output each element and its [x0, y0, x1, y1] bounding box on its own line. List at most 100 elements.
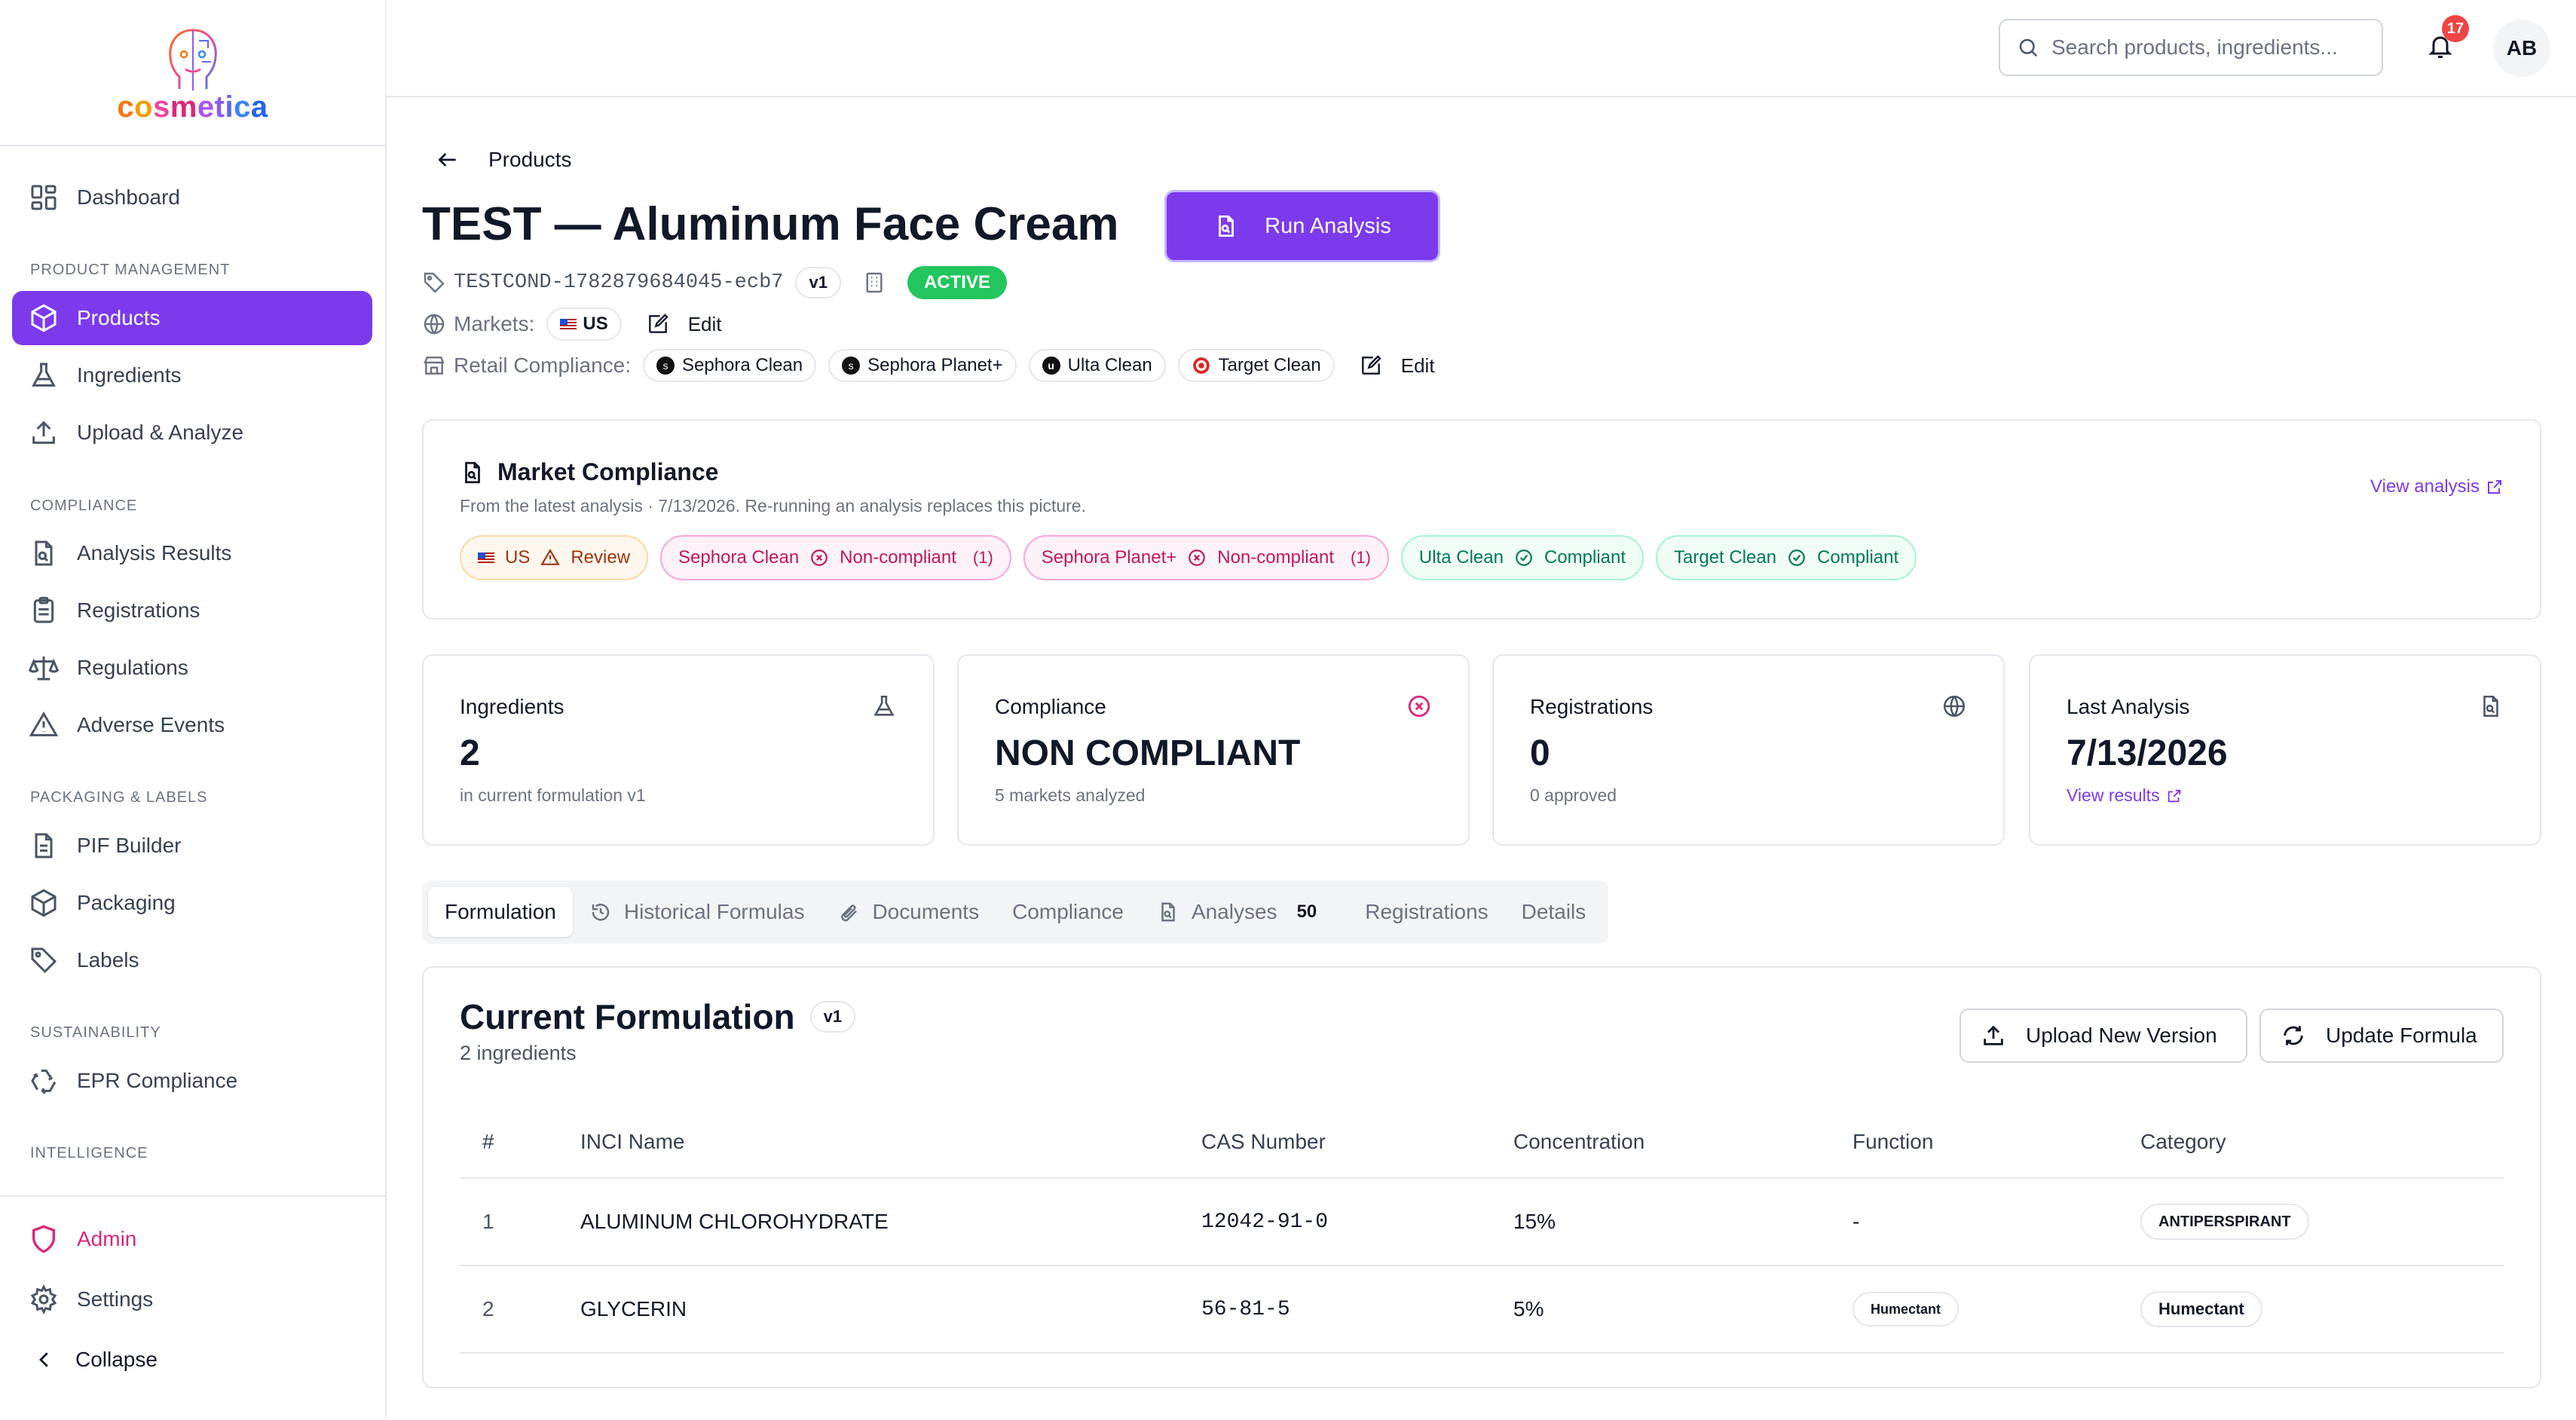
tab-registrations[interactable]: Registrations	[1348, 887, 1504, 937]
sidebar-item-registrations[interactable]: Registrations	[12, 583, 372, 638]
status-market-name: US	[505, 547, 531, 568]
gear-icon	[30, 1284, 57, 1314]
status-pill-sephora-planet[interactable]: Sephora Planet+ Non-compliant (1)	[1023, 535, 1389, 580]
tab-compliance[interactable]: Compliance	[996, 887, 1140, 937]
upload-new-version-button[interactable]: Upload New Version	[1960, 1008, 2247, 1063]
column-header[interactable]: Function	[1852, 1106, 2140, 1179]
stat-label: Compliance	[995, 695, 1106, 718]
column-header: #	[460, 1106, 580, 1179]
status-label: Compliant	[1543, 547, 1626, 568]
tab-formulation[interactable]: Formulation	[428, 887, 573, 937]
upload-icon	[32, 421, 55, 444]
status-pill-target-clean[interactable]: Target Clean Compliant	[1656, 535, 1917, 580]
sephora-logo-icon: s	[656, 357, 675, 375]
breadcrumb-products-link[interactable]: Products	[488, 148, 572, 172]
chevron-left-icon	[39, 1352, 48, 1367]
update-formula-button[interactable]: Update Formula	[2259, 1008, 2504, 1063]
status-pill-us[interactable]: US Review	[460, 535, 649, 580]
tab-label: Details	[1521, 900, 1586, 923]
formulation-header: Current Formulation v1	[460, 996, 867, 1037]
view-results-link[interactable]: View results	[2067, 785, 2183, 806]
section-intelligence: INTELLIGENCE	[30, 1145, 148, 1161]
concentration: 5%	[1513, 1265, 1852, 1354]
back-arrow-icon[interactable]	[436, 148, 460, 172]
building-icon	[866, 272, 883, 293]
markets-row: Markets: US Edit	[422, 305, 722, 343]
tab-documents[interactable]: Documents	[821, 887, 996, 937]
inci-name: GLYCERIN	[580, 1265, 1201, 1354]
tab-label: Compliance	[1012, 900, 1124, 923]
breadcrumb: Products	[436, 143, 572, 176]
cas-number: 12042-91-0	[1201, 1178, 1513, 1266]
table-row[interactable]: 1 ALUMINUM CHLOROHYDRATE 12042-91-0 15% …	[460, 1178, 2504, 1266]
run-analysis-label: Run Analysis	[1265, 213, 1391, 238]
function: -	[1852, 1178, 2140, 1266]
view-results-label: View results	[2067, 785, 2160, 805]
market-compliance-header: Market Compliance	[460, 458, 718, 486]
column-header[interactable]: CAS Number	[1201, 1106, 1513, 1179]
brand-logo[interactable]: cosmetica	[0, 0, 385, 146]
scale-icon	[29, 656, 59, 681]
sidebar-item-analysis-results[interactable]: Analysis Results	[12, 526, 372, 580]
retailer-chip-sephora-clean: s Sephora Clean	[643, 349, 817, 382]
document-icon	[35, 833, 53, 858]
sidebar-item-packaging[interactable]: Packaging	[12, 876, 372, 930]
sidebar-item-dashboard[interactable]: Dashboard	[12, 170, 372, 225]
global-search[interactable]	[1999, 19, 2383, 76]
sidebar-item-label: Dashboard	[77, 185, 180, 209]
sidebar-item-label: Labels	[77, 948, 139, 972]
view-analysis-label: View analysis	[2370, 476, 2480, 497]
edit-icon	[1361, 355, 1381, 375]
stat-label: Last Analysis	[2067, 695, 2190, 718]
table-row[interactable]: 2 GLYCERIN 56-81-5 5% Humectant Humectan…	[460, 1265, 2504, 1354]
collapse-sidebar-button[interactable]: Collapse	[12, 1333, 372, 1387]
sidebar-item-pif-builder[interactable]: PIF Builder	[12, 819, 372, 873]
tab-label: Analyses	[1191, 900, 1277, 923]
status-pill-ulta-clean[interactable]: Ulta Clean Compliant	[1400, 535, 1644, 580]
package-icon	[31, 889, 57, 917]
status-pill-sephora-clean[interactable]: Sephora Clean Non-compliant (1)	[660, 535, 1011, 580]
tab-label: Formulation	[445, 900, 556, 923]
sidebar-item-adverse-events[interactable]: Adverse Events	[12, 698, 372, 752]
sidebar-item-label: Admin	[77, 1227, 137, 1250]
column-header[interactable]: Concentration	[1513, 1106, 1852, 1179]
stat-value: 0	[1530, 733, 1550, 773]
sidebar-item-label: Ingredients	[77, 363, 182, 387]
formulation-version-badge: v1	[809, 1001, 856, 1033]
stat-card-ingredients: Ingredients 2 in current formulation v1	[422, 654, 935, 846]
status-market-name: Sephora Clean	[678, 547, 800, 568]
sidebar-item-epr[interactable]: EPR Compliance	[12, 1054, 372, 1108]
sidebar-item-settings[interactable]: Settings	[12, 1272, 372, 1327]
view-analysis-link[interactable]: View analysis	[2370, 476, 2504, 497]
status-label: Review	[571, 547, 631, 568]
tab-historical-formulas[interactable]: Historical Formulas	[573, 887, 821, 937]
retailer-chip-target-clean: Target Clean	[1177, 349, 1335, 382]
retailer-name: Ulta Clean	[1067, 355, 1152, 375]
run-analysis-button[interactable]: Run Analysis	[1167, 192, 1438, 260]
edit-retail-button[interactable]: Edit	[1359, 353, 1435, 378]
stat-subtext: 5 markets analyzed	[995, 785, 1146, 805]
column-header[interactable]: INCI Name	[580, 1106, 1201, 1179]
sidebar-item-regulations[interactable]: Regulations	[12, 641, 372, 695]
tab-details[interactable]: Details	[1505, 887, 1603, 937]
sidebar-item-products[interactable]: Products	[12, 291, 372, 345]
user-avatar[interactable]: AB	[2493, 20, 2550, 77]
product-meta-row: TESTCOND-1782879684045-ecb7 v1 ACTIVE	[422, 264, 1007, 301]
edit-markets-button[interactable]: Edit	[646, 312, 722, 336]
check-circle-icon	[1788, 549, 1805, 566]
product-tabs: Formulation Historical Formulas Document…	[422, 880, 1609, 944]
sidebar-item-ingredients[interactable]: Ingredients	[12, 348, 372, 402]
notification-count-badge: 17	[2442, 15, 2469, 42]
column-header[interactable]: Category	[2140, 1106, 2504, 1179]
refresh-icon	[2284, 1026, 2303, 1045]
section-compliance: COMPLIANCE	[30, 497, 138, 514]
edit-icon	[648, 314, 668, 333]
sidebar-item-labels[interactable]: Labels	[12, 933, 372, 987]
search-input[interactable]	[2050, 35, 2369, 60]
tab-analyses[interactable]: Analyses 50	[1140, 887, 1333, 937]
sidebar-item-label: EPR Compliance	[77, 1069, 238, 1092]
formulation-table: # INCI Name CAS Number Concentration Fun…	[460, 1106, 2504, 1354]
paperclip-icon	[841, 904, 858, 922]
sidebar-item-admin[interactable]: Admin	[12, 1212, 372, 1266]
sidebar-item-upload[interactable]: Upload & Analyze	[12, 405, 372, 460]
